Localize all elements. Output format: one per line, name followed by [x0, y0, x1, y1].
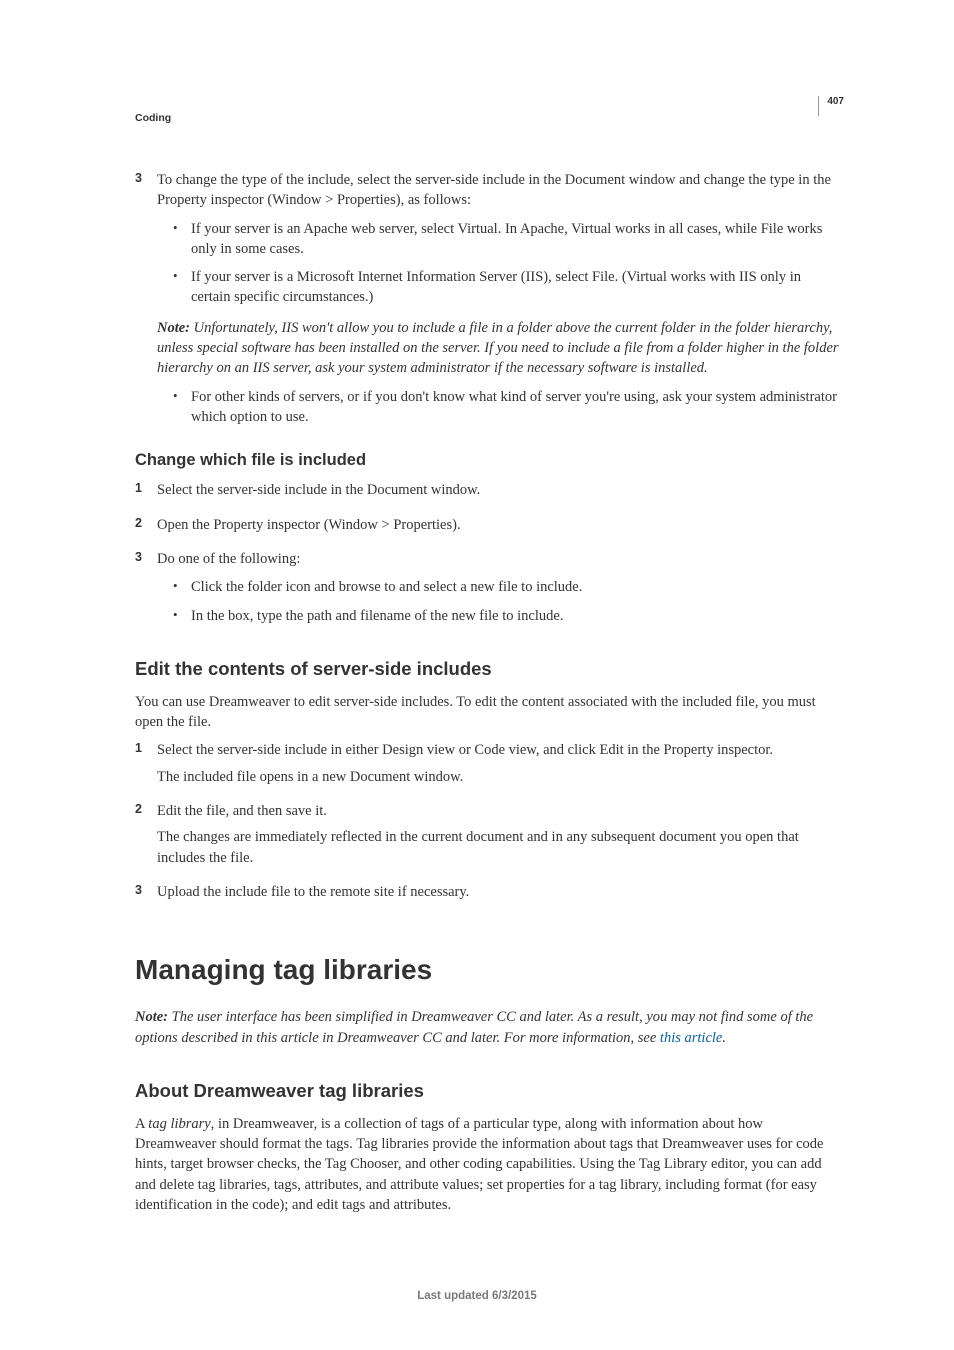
running-header: Coding	[135, 112, 844, 124]
heading-about-tag-libraries: About Dreamweaver tag libraries	[135, 1078, 844, 1104]
step-number: 2	[135, 515, 142, 533]
this-article-link[interactable]: this article	[660, 1030, 722, 1046]
step-number: 2	[135, 801, 142, 819]
note-text: Unfortunately, IIS won't allow you to in…	[157, 320, 839, 377]
step-result: The included file opens in a new Documen…	[157, 767, 844, 787]
note-label: Note:	[157, 320, 190, 336]
heading-edit-ssi: Edit the contents of server-side include…	[135, 656, 844, 682]
step-3: 3 Upload the include file to the remote …	[135, 882, 844, 902]
heading-change-file: Change which file is included	[135, 449, 844, 472]
footer-last-updated: Last updated 6/3/2015	[0, 1290, 954, 1302]
para-b: , in Dreamweaver, is a collection of tag…	[135, 1116, 823, 1213]
page: 407 Coding 3 To change the type of the i…	[0, 0, 954, 1350]
step-number: 3	[135, 882, 142, 900]
list-item: If your server is an Apache web server, …	[173, 219, 844, 260]
note-text-b: .	[722, 1030, 726, 1046]
edit-ssi-steps: 1 Select the server-side include in eith…	[135, 740, 844, 902]
step-text: Do one of the following:	[157, 551, 300, 567]
step-number: 3	[135, 170, 142, 188]
step-result: The changes are immediately reflected in…	[157, 827, 844, 868]
page-number-container: 407	[818, 96, 844, 116]
step-1: 1 Select the server-side include in eith…	[135, 740, 844, 787]
para-a: A	[135, 1116, 148, 1132]
step-text: To change the type of the include, selec…	[157, 172, 831, 208]
intro-paragraph: You can use Dreamweaver to edit server-s…	[135, 692, 844, 733]
about-paragraph: A tag library, in Dreamweaver, is a coll…	[135, 1114, 844, 1215]
continued-steps: 3 To change the type of the include, sel…	[135, 170, 844, 427]
list-item: If your server is a Microsoft Internet I…	[173, 267, 844, 308]
page-number: 407	[827, 96, 844, 107]
step-number: 1	[135, 740, 142, 758]
heading-managing-tag-libraries: Managing tag libraries	[135, 950, 844, 989]
step-1: 1 Select the server-side include in the …	[135, 480, 844, 500]
step-3-bullets-bottom: For other kinds of servers, or if you do…	[157, 387, 844, 428]
step-text: Edit the file, and then save it.	[157, 803, 327, 819]
step-text: Select the server-side include in the Do…	[157, 482, 480, 498]
note-label: Note:	[135, 1009, 168, 1025]
step-number: 1	[135, 480, 142, 498]
list-item: Click the folder icon and browse to and …	[173, 577, 844, 597]
change-file-steps: 1 Select the server-side include in the …	[135, 480, 844, 625]
step-number: 3	[135, 549, 142, 567]
note-block: Note: Unfortunately, IIS won't allow you…	[157, 318, 844, 379]
step-3-bullets-top: If your server is an Apache web server, …	[157, 219, 844, 308]
step-text: Upload the include file to the remote si…	[157, 884, 469, 900]
top-note: Note: The user interface has been simpli…	[135, 1007, 844, 1048]
step-text: Select the server-side include in either…	[157, 742, 773, 758]
body-text: 3 To change the type of the include, sel…	[135, 170, 844, 1215]
step-2: 2 Edit the file, and then save it. The c…	[135, 801, 844, 868]
list-item: In the box, type the path and filename o…	[173, 606, 844, 626]
step-3: 3 Do one of the following: Click the fol…	[135, 549, 844, 626]
term-tag-library: tag library	[148, 1116, 210, 1132]
step-3: 3 To change the type of the include, sel…	[135, 170, 844, 427]
list-item: For other kinds of servers, or if you do…	[173, 387, 844, 428]
step-3-sub-bullets: Click the folder icon and browse to and …	[157, 577, 844, 626]
step-2: 2 Open the Property inspector (Window > …	[135, 515, 844, 535]
step-text: Open the Property inspector (Window > Pr…	[157, 517, 461, 533]
